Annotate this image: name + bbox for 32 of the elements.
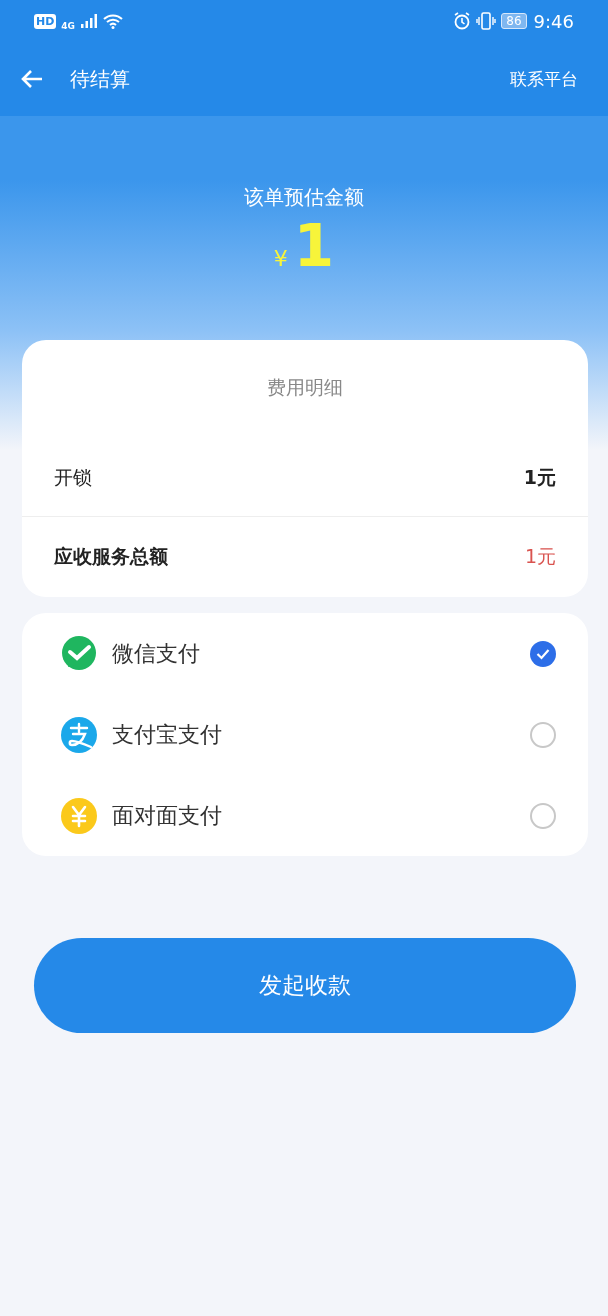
chat-bubble-icon [60, 634, 98, 673]
radio-button[interactable] [530, 721, 556, 748]
hd-indicator: HD [34, 13, 57, 29]
yen-coin-icon [60, 796, 98, 835]
network-label: 4G [61, 21, 75, 31]
payment-label: 微信支付 [112, 639, 201, 668]
payment-label: 支付宝支付 [112, 720, 223, 749]
payment-label: 面对面支付 [112, 801, 223, 830]
fee-label: 应收服务总额 [54, 544, 168, 569]
submit-button[interactable]: 发起收款 [34, 938, 576, 1033]
clock-time: 9:46 [533, 10, 574, 32]
estimate-label: 该单预估金额 [244, 184, 364, 211]
signal-icon [80, 14, 98, 28]
vibrate-icon [476, 12, 497, 30]
fee-value: 1元 [523, 464, 556, 490]
contact-platform-link[interactable]: 联系平台 [510, 67, 578, 91]
currency-symbol: ¥ [273, 246, 288, 271]
fee-card-title: 费用明细 [266, 375, 344, 400]
battery-level: 86 [501, 13, 527, 29]
page-title: 待结算 [70, 65, 131, 93]
payment-logo-icon [60, 715, 98, 754]
payment-option[interactable]: 支付宝支付 [22, 694, 588, 775]
payment-option[interactable]: 面对面支付 [22, 775, 588, 856]
estimate-amount: 1 [293, 217, 335, 275]
wifi-icon [103, 13, 123, 29]
check-icon [536, 647, 550, 660]
radio-button[interactable] [530, 802, 556, 829]
alarm-icon [453, 12, 472, 30]
fee-value: 1元 [524, 544, 556, 569]
payment-option[interactable]: 微信支付 [22, 613, 588, 694]
fee-label: 开锁 [54, 464, 92, 490]
radio-button[interactable] [530, 640, 556, 667]
